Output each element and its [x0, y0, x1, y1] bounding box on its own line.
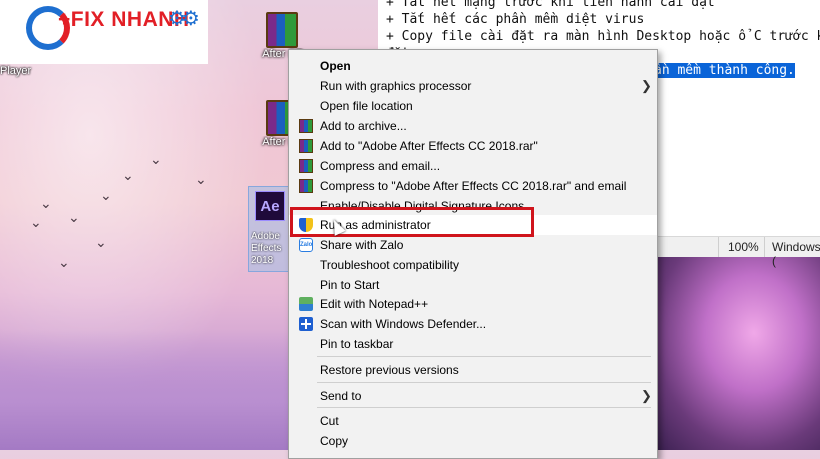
zalo-icon: Zalo: [299, 238, 313, 252]
bird-decoration: ⌄: [40, 195, 52, 211]
menu-item-troubleshoot-compatibility[interactable]: Troubleshoot compatibility: [289, 255, 657, 275]
winrar-icon: [299, 179, 313, 193]
defender-icon: [299, 317, 313, 331]
bird-decoration: ⌄: [195, 171, 207, 187]
zoom-level: 100%: [728, 240, 759, 254]
menu-item-add-to-archive[interactable]: Add to archive...: [289, 116, 657, 136]
wallpaper-blossom-tree: [655, 255, 820, 450]
line-ending: Windows (: [772, 240, 820, 268]
desktop-icon-label: Player: [0, 65, 32, 77]
winrar-icon: [299, 119, 313, 133]
bird-decoration: ⌄: [122, 167, 134, 183]
gear-icon: ⚙⚙: [168, 8, 200, 30]
menu-item-open-file-location[interactable]: Open file location: [289, 96, 657, 116]
fixnhanh-logo: +FIX NHANH ⚙⚙: [0, 0, 208, 64]
menu-item-scan-with-defender[interactable]: Scan with Windows Defender...: [289, 314, 657, 334]
menu-separator: [317, 356, 651, 357]
desktop-icon-adobe-after-effects[interactable]: Ae Adobe Effects 2018: [248, 186, 290, 272]
menu-item-restore-previous-versions[interactable]: Restore previous versions: [289, 360, 657, 380]
bird-decoration: ⌄: [68, 209, 80, 225]
bird-decoration: ⌄: [100, 187, 112, 203]
menu-item-compress-and-email[interactable]: Compress and email...: [289, 156, 657, 176]
menu-item-add-to-rar[interactable]: Add to "Adobe After Effects CC 2018.rar": [289, 136, 657, 156]
desktop-icon-label: Adobe Effects 2018: [251, 231, 282, 266]
menu-item-send-to[interactable]: Send to ❯: [289, 386, 657, 406]
context-menu: Open Run with graphics processor ❯ Open …: [288, 49, 658, 459]
after-effects-icon: Ae: [255, 191, 285, 221]
chevron-right-icon: ❯: [641, 388, 652, 403]
menu-separator: [317, 382, 651, 383]
bird-decoration: ⌄: [95, 234, 107, 250]
menu-item-open[interactable]: Open: [289, 56, 657, 76]
menu-item-cut[interactable]: Cut: [289, 411, 657, 431]
winrar-icon: [299, 159, 313, 173]
notepadpp-icon: [299, 297, 313, 311]
menu-item-copy[interactable]: Copy: [289, 431, 657, 451]
red-highlight-annotation: [290, 207, 534, 237]
menu-item-compress-to-rar-and-email[interactable]: Compress to "Adobe After Effects CC 2018…: [289, 176, 657, 196]
menu-item-share-with-zalo[interactable]: Zalo Share with Zalo: [289, 235, 657, 255]
menu-separator: [317, 407, 651, 408]
status-divider: [718, 237, 719, 257]
bird-decoration: ⌄: [30, 214, 42, 230]
wallpaper-ground: [0, 330, 290, 450]
selected-text: ần mềm thành công.: [654, 63, 795, 78]
chevron-right-icon: ❯: [641, 78, 652, 93]
menu-item-pin-to-start[interactable]: Pin to Start: [289, 275, 657, 295]
bird-decoration: ⌄: [150, 151, 162, 167]
winrar-archive-icon: [266, 12, 298, 48]
menu-item-run-with-graphics-processor[interactable]: Run with graphics processor ❯: [289, 76, 657, 96]
winrar-icon: [299, 139, 313, 153]
menu-item-pin-to-taskbar[interactable]: Pin to taskbar: [289, 334, 657, 354]
bird-decoration: ⌄: [58, 254, 70, 270]
menu-item-edit-with-notepadpp[interactable]: Edit with Notepad++: [289, 294, 657, 314]
status-divider: [764, 237, 765, 257]
